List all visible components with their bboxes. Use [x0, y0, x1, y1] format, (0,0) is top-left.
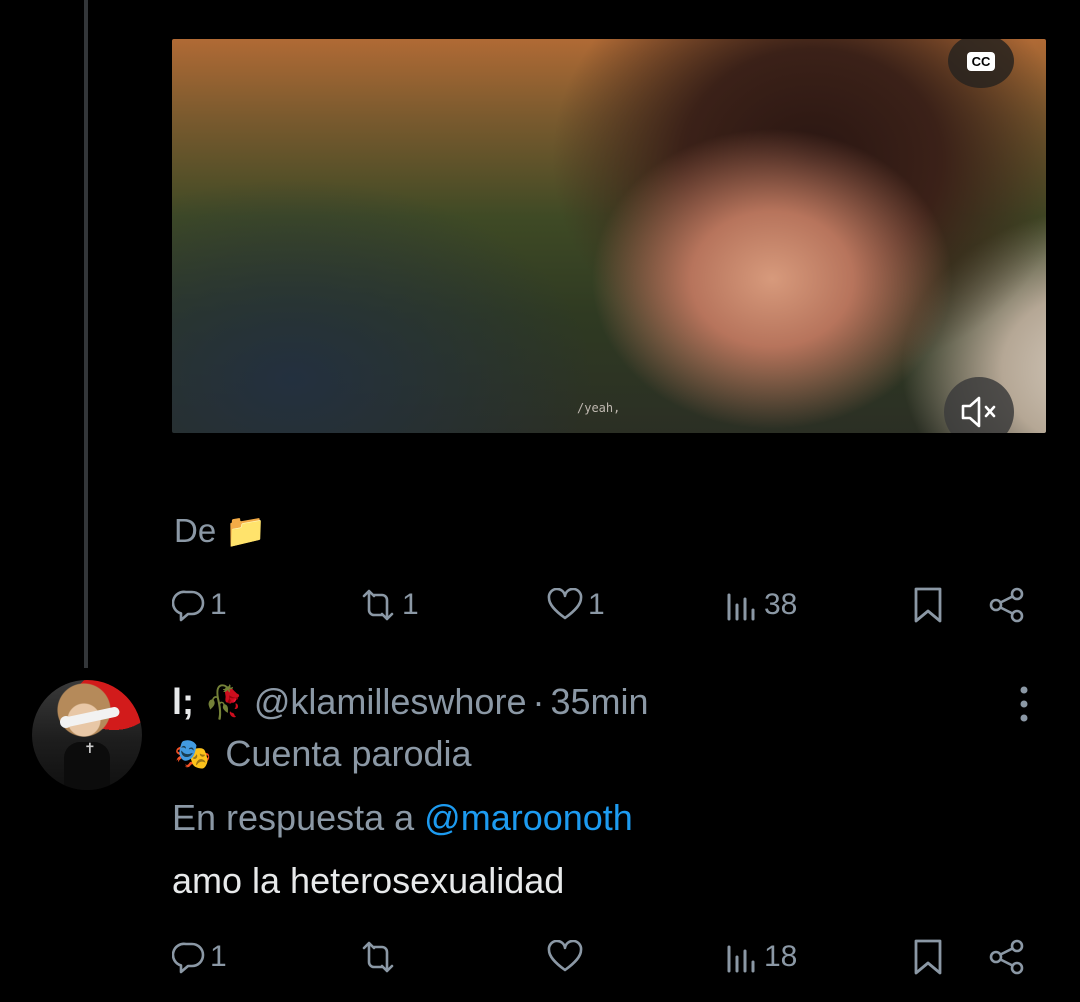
- display-name[interactable]: l;: [172, 681, 194, 723]
- heart-icon: [547, 940, 583, 972]
- speaker-muted-icon: [961, 396, 996, 428]
- replying-to-prefix: En respuesta a: [172, 797, 415, 838]
- reply-icon: [172, 590, 205, 622]
- tweet-text-label: De: [174, 512, 217, 549]
- reply-count: 1: [210, 940, 227, 973]
- share-icon: [989, 939, 1024, 975]
- bookmark-icon: [914, 587, 942, 623]
- rose-emoji: 🥀: [204, 684, 244, 720]
- timestamp[interactable]: 35min: [550, 681, 648, 723]
- bookmark-button[interactable]: [912, 932, 944, 982]
- reply-action-bar: 1 18: [172, 932, 1032, 982]
- reply-text: amo la heterosexualidad: [172, 860, 565, 901]
- share-icon: [989, 587, 1024, 623]
- avatar[interactable]: ✝: [32, 680, 142, 790]
- retweet-icon: [362, 589, 394, 621]
- header-separator: ·: [532, 681, 545, 722]
- parody-label-text: Cuenta parodia: [225, 733, 472, 774]
- cc-icon: CC: [966, 51, 996, 71]
- thread-line: [84, 0, 88, 668]
- retweet-button[interactable]: 1: [358, 580, 419, 630]
- avatar-cross-necklace: ✝: [84, 740, 96, 756]
- replying-to: En respuesta a @maroonoth: [172, 797, 633, 839]
- reply-button[interactable]: 1: [172, 932, 227, 982]
- username-handle[interactable]: @klamilleswhore: [254, 681, 527, 723]
- theater-masks-icon: 🎭: [174, 737, 212, 771]
- reply-count: 1: [210, 588, 227, 621]
- more-options-icon[interactable]: [1016, 686, 1032, 722]
- like-count: 1: [588, 588, 605, 621]
- heart-icon: [547, 588, 583, 620]
- retweet-icon: [362, 941, 394, 973]
- bookmark-icon: [914, 939, 942, 975]
- views-button[interactable]: 38: [726, 580, 797, 630]
- video-caption-overlay: /yeah,: [577, 401, 621, 415]
- share-button[interactable]: [988, 580, 1026, 630]
- like-button[interactable]: 1: [546, 580, 605, 630]
- reply-header: l; 🥀 @klamilleswhore · 35min: [172, 681, 649, 723]
- like-button[interactable]: [546, 932, 588, 982]
- tweet-text: De 📁: [174, 512, 266, 551]
- reply-mention-link[interactable]: @maroonoth: [424, 797, 633, 838]
- retweet-count: 1: [402, 588, 419, 621]
- views-button[interactable]: 18: [726, 932, 797, 982]
- reply-button[interactable]: 1: [172, 580, 227, 630]
- views-count: 38: [764, 588, 798, 621]
- parody-account-label: 🎭 Cuenta parodia: [174, 733, 472, 775]
- closed-captions-button[interactable]: CC: [948, 39, 1014, 88]
- retweet-button[interactable]: [358, 932, 402, 982]
- views-count: 18: [764, 940, 798, 973]
- views-chart-icon: [727, 945, 755, 973]
- unmute-button[interactable]: [944, 377, 1014, 433]
- bookmark-button[interactable]: [912, 580, 944, 630]
- video-player[interactable]: /yeah, CC: [172, 39, 1046, 433]
- avatar-hat-pom: [60, 716, 72, 728]
- share-button[interactable]: [988, 932, 1026, 982]
- folder-emoji: 📁: [225, 512, 267, 549]
- tweet-action-bar: 1 1 1 38: [172, 580, 1032, 630]
- reply-icon: [172, 942, 205, 974]
- views-chart-icon: [727, 593, 755, 621]
